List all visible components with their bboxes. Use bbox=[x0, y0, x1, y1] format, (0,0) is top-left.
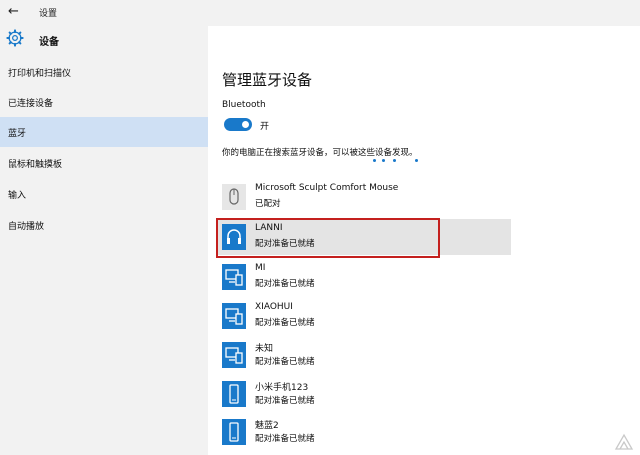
progress-dot bbox=[373, 159, 376, 162]
computer-phone-icon bbox=[222, 303, 246, 329]
page-title: 管理蓝牙设备 bbox=[222, 71, 313, 89]
device-name: 魅蓝2 bbox=[255, 421, 279, 431]
sidebar-item-printers-scanners[interactable]: 打印机和扫描仪 bbox=[0, 57, 208, 87]
device-status: 配对准备已就绪 bbox=[255, 396, 315, 406]
sidebar-item-label: 蓝牙 bbox=[8, 129, 27, 139]
sidebar-item-autoplay[interactable]: 自动播放 bbox=[0, 210, 208, 240]
mouse-icon bbox=[222, 184, 246, 210]
device-name: XIAOHUI bbox=[255, 302, 293, 312]
progress-dot bbox=[415, 159, 418, 162]
toggle-knob bbox=[242, 121, 249, 128]
device-item-mi[interactable]: MI 配对准备已就绪 bbox=[218, 259, 511, 295]
device-item-mouse[interactable]: Microsoft Sculpt Comfort Mouse 已配对 bbox=[218, 179, 511, 215]
toggle-state-label: 开 bbox=[260, 122, 270, 132]
progress-dot bbox=[393, 159, 396, 162]
phone-icon bbox=[222, 381, 246, 407]
gear-icon bbox=[6, 29, 24, 47]
sidebar-title: 设备 bbox=[39, 37, 59, 48]
device-item-meilan2[interactable]: 魅蓝2 配对准备已就绪 bbox=[218, 414, 511, 450]
sidebar-item-label: 自动播放 bbox=[8, 222, 45, 232]
device-name: Microsoft Sculpt Comfort Mouse bbox=[255, 183, 399, 193]
device-status: 配对准备已就绪 bbox=[255, 318, 315, 328]
window-title: 设置 bbox=[39, 9, 58, 19]
sidebar-item-label: 鼠标和触摸板 bbox=[8, 160, 63, 170]
phone-icon bbox=[222, 419, 246, 445]
progress-dot bbox=[382, 159, 385, 162]
sidebar-item-typing[interactable]: 输入 bbox=[0, 179, 208, 209]
device-name: 小米手机123 bbox=[255, 383, 309, 393]
device-item-xiaomi-phone[interactable]: 小米手机123 配对准备已就绪 bbox=[218, 376, 511, 412]
sidebar-item-bluetooth[interactable]: 蓝牙 bbox=[0, 117, 208, 147]
device-item-unknown[interactable]: 未知 配对准备已就绪 bbox=[218, 337, 511, 373]
device-status: 配对准备已就绪 bbox=[255, 279, 315, 289]
device-status: 配对准备已就绪 bbox=[255, 357, 315, 367]
sidebar-item-mouse-touchpad[interactable]: 鼠标和触摸板 bbox=[0, 148, 208, 178]
back-arrow-icon[interactable]: ← bbox=[8, 4, 19, 19]
computer-phone-icon bbox=[222, 342, 246, 368]
device-status: 配对准备已就绪 bbox=[255, 434, 315, 444]
bluetooth-toggle[interactable] bbox=[224, 118, 252, 131]
device-name: 未知 bbox=[255, 344, 274, 354]
device-status: 已配对 bbox=[255, 199, 281, 209]
progress-dots bbox=[373, 159, 433, 165]
device-item-xiaohui[interactable]: XIAOHUI 配对准备已就绪 bbox=[218, 298, 511, 334]
sidebar-item-label: 输入 bbox=[8, 191, 27, 201]
sidebar-item-connected-devices[interactable]: 已连接设备 bbox=[0, 87, 208, 117]
sidebar-header: 设备 bbox=[0, 26, 208, 56]
selection-highlight-box bbox=[216, 218, 440, 258]
bluetooth-label: Bluetooth bbox=[222, 100, 266, 110]
searching-status-text: 你的电脑正在搜索蓝牙设备，可以被这些设备发现。 bbox=[222, 148, 418, 158]
device-name: MI bbox=[255, 263, 266, 273]
sidebar: 设备 打印机和扫描仪 已连接设备 蓝牙 鼠标和触摸板 输入 自动播放 bbox=[0, 26, 208, 455]
computer-phone-icon bbox=[222, 264, 246, 290]
sidebar-item-label: 打印机和扫描仪 bbox=[8, 69, 72, 79]
watermark-logo-icon bbox=[614, 433, 634, 450]
title-bar: ← 设置 bbox=[0, 0, 640, 26]
sidebar-item-label: 已连接设备 bbox=[8, 99, 54, 109]
